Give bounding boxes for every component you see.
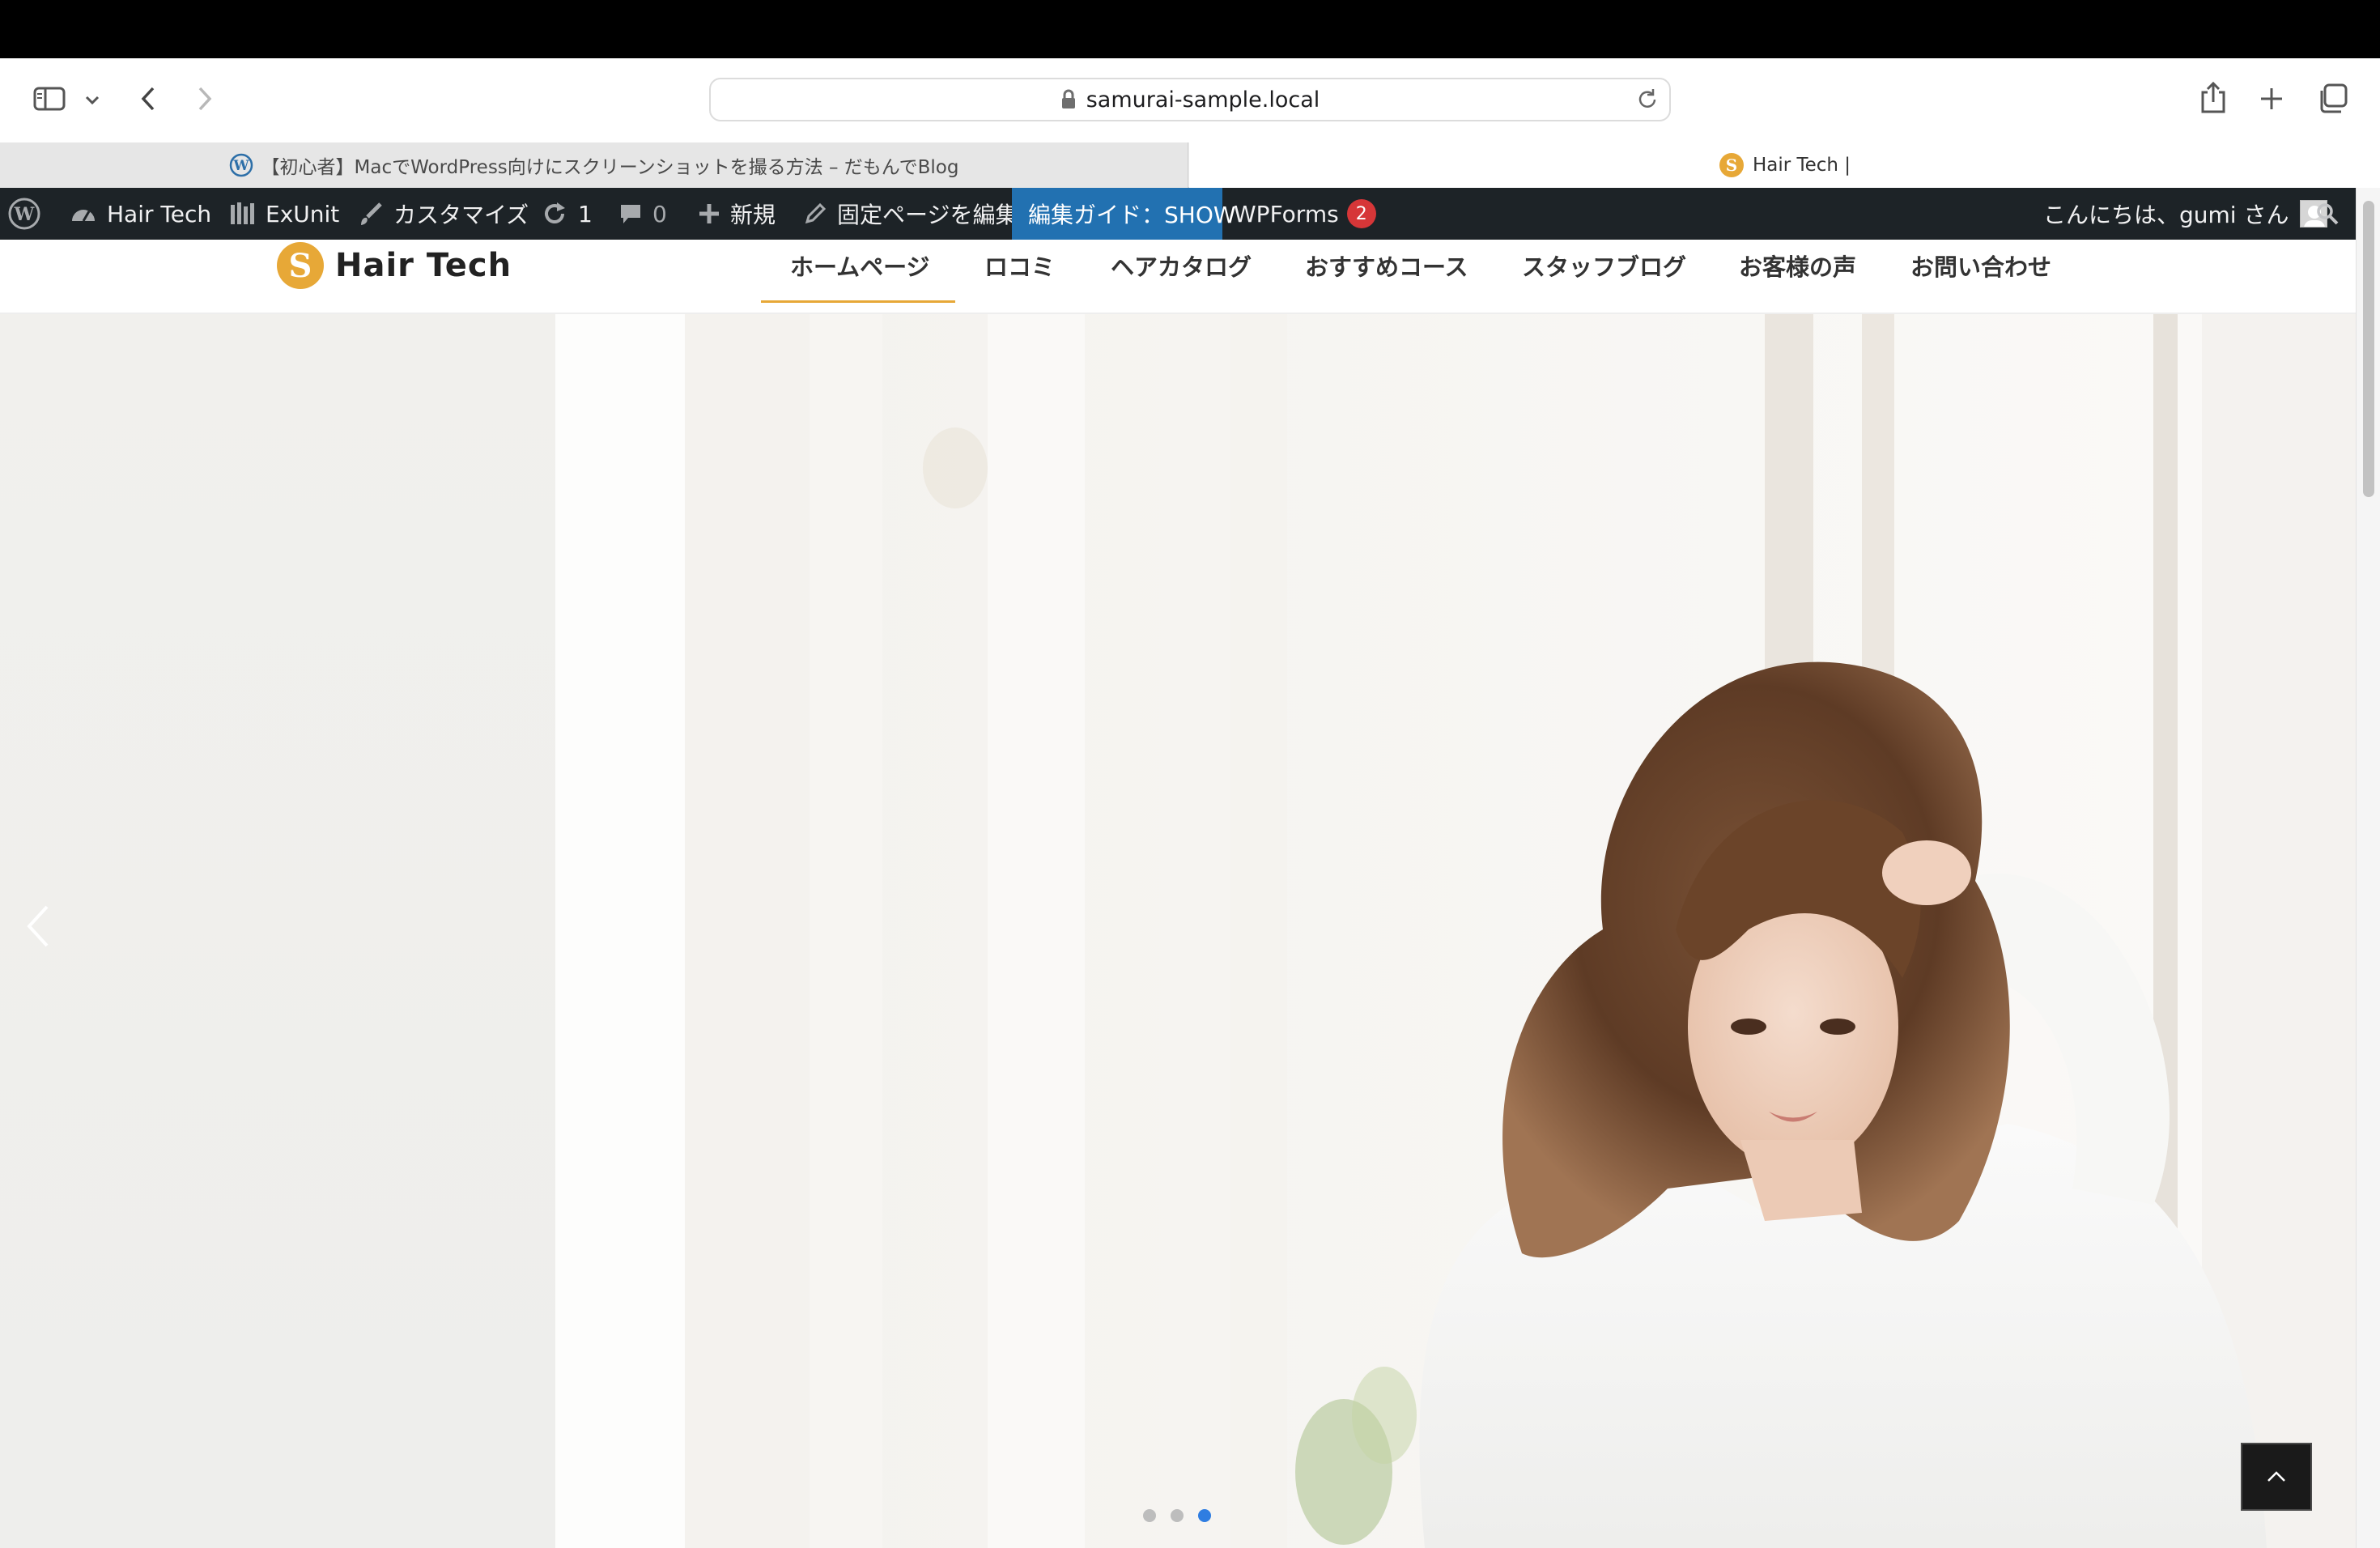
- logo-text: Hair Tech: [335, 247, 512, 284]
- new-label: 新規: [730, 202, 776, 228]
- share-icon[interactable]: [2195, 78, 2231, 118]
- tab-title: 【初心者】MacでWordPress向けにスクリーンショットを撮る方法 – だも…: [261, 157, 959, 178]
- tab-blog[interactable]: W 【初心者】MacでWordPress向けにスクリーンショットを撮る方法 – …: [0, 142, 1188, 188]
- screen-top-bar: [0, 0, 2380, 58]
- nav-item-courses[interactable]: おすすめコース: [1305, 248, 1468, 283]
- sidebar-toggle-icon[interactable]: [31, 83, 68, 115]
- exunit-label: ExUnit: [266, 200, 340, 228]
- site-name-label: Hair Tech: [107, 200, 212, 228]
- comments-count: 0: [652, 200, 667, 228]
- scrollbar-thumb[interactable]: [2363, 201, 2374, 497]
- page-scrollbar[interactable]: [2356, 188, 2380, 1548]
- admin-search[interactable]: [2315, 188, 2340, 240]
- edit-guide-label: 編集ガイド：SHOW: [1028, 202, 1236, 228]
- nav-item-staff-blog[interactable]: スタッフブログ: [1522, 248, 1686, 283]
- slider-dot-3[interactable]: [1198, 1509, 1211, 1522]
- pencil-icon: [803, 202, 827, 226]
- forward-icon[interactable]: [191, 83, 219, 115]
- tab-hair-tech[interactable]: S Hair Tech |: [1189, 142, 2380, 188]
- hero-slider: [0, 314, 2356, 1548]
- brush-icon: [358, 201, 384, 227]
- edit-page-link[interactable]: 固定ページを編集: [803, 188, 1018, 240]
- site-logo[interactable]: S Hair Tech: [277, 240, 512, 291]
- customize-label: カスタマイズ: [393, 202, 529, 228]
- wordpress-icon: W: [8, 198, 40, 230]
- wp-logo-menu[interactable]: W: [8, 188, 40, 240]
- browser-toolbar: samurai-sample.local: [0, 58, 2380, 142]
- wpforms-label: WPForms: [1234, 200, 1339, 228]
- site-name-menu[interactable]: Hair Tech: [70, 188, 211, 240]
- notification-badge: 2: [1346, 199, 1376, 228]
- comments-link[interactable]: 0: [618, 188, 667, 240]
- slider-dot-2[interactable]: [1171, 1509, 1184, 1522]
- lock-icon: [1060, 89, 1077, 110]
- nav-item-reviews[interactable]: ロコミ: [984, 248, 1055, 283]
- updates-count: 1: [578, 200, 593, 228]
- nav-item-testimonials[interactable]: お客様の声: [1739, 248, 1856, 283]
- tab-title: Hair Tech |: [1752, 155, 1851, 176]
- new-tab-icon[interactable]: [2255, 83, 2288, 115]
- active-nav-indicator: [761, 300, 955, 303]
- back-icon[interactable]: [134, 83, 162, 115]
- svg-text:W: W: [232, 158, 249, 174]
- exunit-icon: [228, 200, 256, 228]
- slider-prev-button[interactable]: [23, 904, 55, 949]
- slider-pagination: [1143, 1509, 1211, 1522]
- dashboard-icon: [70, 202, 97, 226]
- svg-text:W: W: [14, 204, 35, 225]
- nav-item-hair-catalog[interactable]: ヘアカタログ: [1111, 248, 1252, 283]
- wordpress-icon: W: [229, 153, 253, 177]
- site-header: S Hair Tech ホームページ ロコミ ヘアカタログ おすすめコース スタ…: [0, 240, 2356, 314]
- customize-link[interactable]: カスタマイズ: [358, 188, 529, 240]
- greeting-label: こんにちは、gumi さん: [2043, 202, 2289, 228]
- comment-icon: [618, 202, 643, 226]
- svg-text:S: S: [1726, 155, 1737, 175]
- site-favicon-icon: S: [1719, 152, 1745, 178]
- account-menu[interactable]: こんにちは、gumi さん: [2043, 188, 2328, 240]
- updates-icon: [541, 200, 568, 228]
- nav-item-contact[interactable]: お問い合わせ: [1910, 248, 2051, 283]
- edit-page-label: 固定ページを編集: [837, 202, 1018, 228]
- edit-guide-toggle[interactable]: 編集ガイド：SHOW: [1012, 188, 1236, 240]
- new-content-menu[interactable]: 新規: [698, 188, 776, 240]
- slider-dot-1[interactable]: [1143, 1509, 1156, 1522]
- plus-icon: [698, 202, 720, 225]
- chevron-down-icon[interactable]: [83, 91, 102, 110]
- updates-link[interactable]: 1: [541, 188, 593, 240]
- hero-photo: [555, 314, 2356, 1548]
- logo-mark: S: [277, 242, 324, 289]
- chevron-up-icon: [2266, 1470, 2287, 1483]
- url-text: samurai-sample.local: [1086, 87, 1320, 113]
- back-to-top-button[interactable]: [2241, 1443, 2312, 1511]
- tab-bar: W 【初心者】MacでWordPress向けにスクリーンショットを撮る方法 – …: [0, 142, 2380, 188]
- address-bar[interactable]: samurai-sample.local: [709, 78, 1671, 121]
- search-icon: [2315, 202, 2340, 226]
- exunit-menu[interactable]: ExUnit: [228, 188, 339, 240]
- wp-admin-bar: W Hair Tech ExUnit カスタマイズ 1 0 新規 固定ページを編…: [0, 188, 2380, 240]
- tab-overview-icon[interactable]: [2315, 81, 2351, 117]
- wpforms-menu[interactable]: WPForms 2: [1234, 188, 1376, 240]
- nav-item-home[interactable]: ホームページ: [790, 248, 930, 283]
- reload-icon[interactable]: [1635, 87, 1660, 117]
